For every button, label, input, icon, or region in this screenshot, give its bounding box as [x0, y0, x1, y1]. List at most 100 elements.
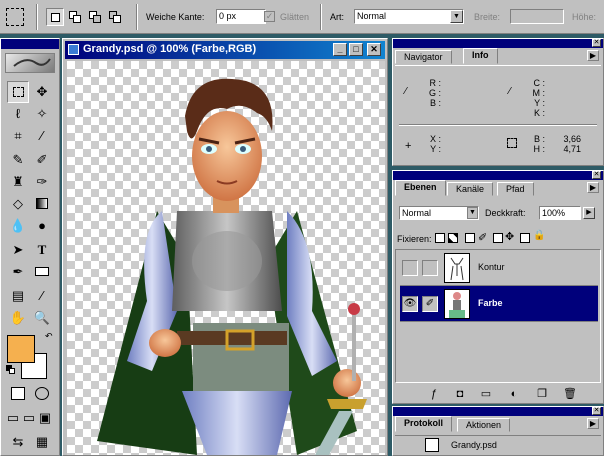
art-dropdown-icon[interactable]: ▼	[450, 10, 463, 23]
pen-tool-icon[interactable]: ✒	[7, 261, 29, 283]
deckkraft-arrow-icon[interactable]: ▶	[583, 207, 595, 219]
blend-mode-dropdown-icon[interactable]: ▼	[467, 207, 478, 219]
dodge-tool-icon[interactable]: ●	[31, 215, 53, 237]
art-select[interactable]: Normal	[354, 9, 464, 24]
foreground-color-swatch[interactable]	[7, 335, 35, 363]
new-layer-icon[interactable]: ❐	[533, 387, 551, 402]
weiche-kante-input[interactable]: 0 px	[216, 9, 266, 24]
tab-pfad[interactable]: Pfad	[497, 182, 534, 196]
swap-colors-icon[interactable]: ↶	[45, 331, 53, 342]
move-tool-icon[interactable]: ✥	[31, 81, 53, 103]
options-bar: Weiche Kante: 0 px ✓ Glätten Art: Normal…	[0, 0, 604, 34]
layers-tabs: Ebenen Kanäle Pfad ▶	[393, 180, 603, 196]
brush-tool-icon[interactable]: ✐	[31, 149, 53, 171]
eye-icon[interactable]: 👁	[402, 296, 418, 312]
tab-kanaele[interactable]: Kanäle	[447, 182, 494, 196]
layer-link-toggle[interactable]	[422, 260, 438, 276]
hand-tool-icon[interactable]: ✋	[7, 307, 29, 329]
panel-menu-icon[interactable]: ▶	[587, 50, 599, 61]
screen-mode-menu-icon[interactable]: ▭	[21, 407, 37, 429]
layer-visibility-toggle[interactable]	[402, 260, 418, 276]
lasso-tool-icon[interactable]: ℓ	[7, 103, 29, 125]
tab-aktionen[interactable]: Aktionen	[457, 418, 511, 432]
navigator-info-panel: ✕ Navigator Info ▶ ⁄ R : G : B : ⁄ C : M…	[392, 38, 604, 166]
subtract-selection-icon[interactable]	[86, 8, 104, 26]
zoom-tool-icon[interactable]: 🔍	[31, 307, 53, 329]
path-selection-icon[interactable]: ➤	[7, 239, 29, 261]
rgb-labels: R : G : B :	[427, 78, 441, 108]
history-panel-title-bar[interactable]: ✕	[393, 407, 603, 416]
add-selection-icon[interactable]	[66, 8, 84, 26]
hoehe-label: Höhe:	[572, 12, 597, 22]
history-brush-icon[interactable]: ✑	[31, 171, 53, 193]
tab-ebenen[interactable]: Ebenen	[395, 180, 446, 196]
screen-mode-standard-icon[interactable]: ▭	[5, 407, 21, 429]
trash-icon[interactable]: 🗑	[561, 387, 579, 402]
gradient-tool-icon[interactable]	[31, 193, 53, 215]
close-icon[interactable]: ✕	[367, 43, 381, 56]
adobe-logo-icon[interactable]	[5, 53, 55, 73]
lock-position-checkbox[interactable]	[493, 233, 503, 243]
shape-tool-icon[interactable]	[31, 261, 53, 283]
default-colors-icon[interactable]	[6, 365, 16, 375]
adjustment-layer-icon[interactable]: ◐	[505, 387, 523, 402]
glaetten-checkbox[interactable]: ✓	[264, 11, 275, 22]
crop-tool-icon[interactable]: ⌗	[7, 125, 29, 147]
cmyk-labels: C : M : Y : K :	[531, 78, 546, 118]
tab-navigator[interactable]: Navigator	[395, 50, 452, 64]
intersect-selection-icon[interactable]	[106, 8, 124, 26]
h-height-label: H :	[533, 144, 545, 154]
document-icon	[68, 44, 79, 55]
notes-tool-icon[interactable]: ▤	[7, 285, 29, 307]
marquee-tool-icon[interactable]	[6, 8, 24, 26]
deckkraft-input[interactable]: 100%	[539, 206, 581, 220]
layers-menu-icon[interactable]: ▶	[587, 182, 599, 193]
c-label: C :	[533, 78, 545, 88]
rectangle-marquee-icon[interactable]	[7, 81, 29, 103]
eraser-tool-icon[interactable]: ◇	[7, 193, 29, 215]
healing-brush-icon[interactable]: ✎	[7, 149, 29, 171]
tab-info[interactable]: Info	[463, 48, 498, 64]
stamp-tool-icon[interactable]: ♜	[7, 171, 29, 193]
history-snapshot-row[interactable]: Grandy.psd	[395, 435, 601, 453]
panel-close-icon[interactable]: ✕	[592, 39, 601, 47]
navigator-panel-title-bar[interactable]: ✕	[393, 39, 603, 48]
type-tool-icon[interactable]: T	[31, 239, 53, 261]
g-label: G :	[428, 88, 441, 98]
document-title: Grandy.psd @ 100% (Farbe,RGB)	[83, 43, 257, 55]
minimize-icon[interactable]: _	[333, 43, 347, 56]
layers-close-icon[interactable]: ✕	[592, 171, 601, 179]
blur-tool-icon[interactable]: 💧	[7, 215, 29, 237]
document-title-bar[interactable]: Grandy.psd @ 100% (Farbe,RGB) _ □ ✕	[65, 41, 385, 59]
jump-to-imageready-icon[interactable]: ⇆	[7, 431, 29, 453]
image-canvas[interactable]	[67, 61, 385, 455]
new-selection-icon[interactable]	[46, 8, 64, 26]
standard-mode-icon[interactable]	[7, 383, 29, 405]
imageready-icon[interactable]: ▦	[31, 431, 53, 453]
layer-row-farbe[interactable]: 👁 ✐ Farbe	[400, 286, 598, 322]
history-close-icon[interactable]: ✕	[592, 407, 601, 415]
slice-tool-icon[interactable]: ⁄	[31, 125, 53, 147]
screen-mode-full-icon[interactable]: ▣	[37, 407, 53, 429]
b-width-value: 3,66	[563, 134, 581, 144]
layer-style-icon[interactable]: ƒ	[425, 387, 443, 402]
lock-image-checkbox[interactable]	[465, 233, 475, 243]
magic-wand-icon[interactable]: ✧	[31, 103, 53, 125]
character-artwork	[97, 78, 367, 455]
tools-title-bar[interactable]	[1, 39, 59, 49]
crosshair-icon: +	[405, 140, 412, 152]
maximize-icon[interactable]: □	[349, 43, 363, 56]
lock-transparency-checkbox[interactable]	[435, 233, 445, 243]
layer-row-kontur[interactable]: Kontur	[400, 250, 598, 286]
history-menu-icon[interactable]: ▶	[587, 418, 599, 429]
lock-all-checkbox[interactable]	[520, 233, 530, 243]
bh-values: 3,66 4,71	[553, 134, 581, 154]
quickmask-mode-icon[interactable]	[31, 383, 53, 405]
tab-protokoll[interactable]: Protokoll	[395, 416, 453, 432]
eyedropper-icon[interactable]: ⁄	[31, 285, 53, 307]
breite-input[interactable]	[510, 9, 564, 24]
layer-set-icon[interactable]: ▭	[477, 387, 495, 402]
layers-panel-title-bar[interactable]: ✕	[393, 171, 603, 180]
brush-link-icon[interactable]: ✐	[422, 296, 438, 312]
layer-mask-icon[interactable]: ◘	[451, 387, 469, 402]
